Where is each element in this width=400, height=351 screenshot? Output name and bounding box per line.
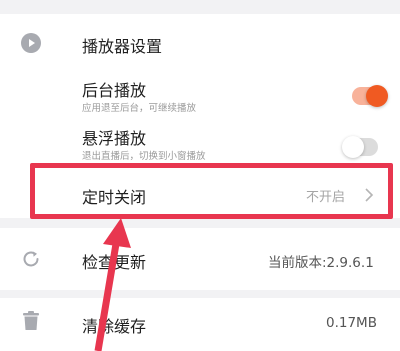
top-strip xyxy=(0,0,400,14)
clear-cache-card[interactable]: 清除缓存 0.17MB xyxy=(0,298,400,351)
floating-play-label: 悬浮播放 xyxy=(82,129,147,148)
arrow-up-annotation xyxy=(94,218,131,351)
floating-play-description: 退出直播后，切换到小窗播放 xyxy=(82,151,206,162)
floating-play-toggle[interactable] xyxy=(342,136,378,158)
toggle-knob xyxy=(342,136,364,158)
toggle-knob xyxy=(366,85,388,107)
current-version-value: 当前版本:2.9.6.1 xyxy=(268,255,374,271)
highlight-box xyxy=(30,163,393,219)
refresh-icon xyxy=(23,251,39,267)
background-play-label: 后台播放 xyxy=(82,81,147,100)
background-play-toggle[interactable] xyxy=(352,85,388,107)
play-circle-icon xyxy=(21,33,41,53)
background-play-description: 应用退至后台，可继续播放 xyxy=(82,103,197,114)
check-update-card[interactable]: 检查更新 当前版本:2.9.6.1 xyxy=(0,228,400,290)
cache-size-value: 0.17MB xyxy=(326,315,377,331)
player-settings-title: 播放器设置 xyxy=(82,37,163,56)
trash-icon xyxy=(23,311,39,330)
